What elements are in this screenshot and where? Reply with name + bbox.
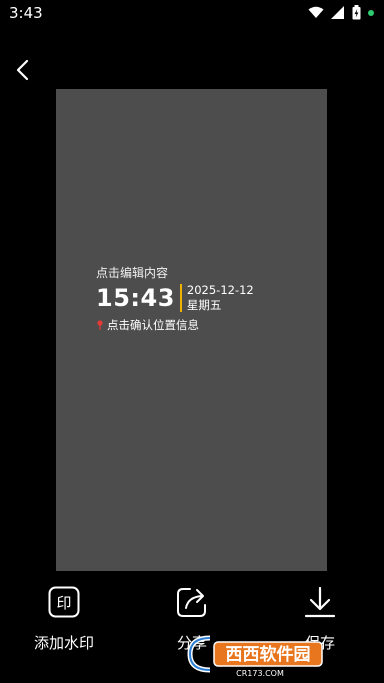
watermark-overlay[interactable]: 点击编辑内容 15:43 2025-12-12 星期五 点击确认位置信息	[96, 264, 254, 333]
watermark-date: 2025-12-12	[186, 283, 254, 297]
back-button[interactable]	[12, 58, 36, 82]
add-watermark-label: 添加水印	[33, 634, 94, 652]
watermark-date-column: 2025-12-12 星期五	[187, 283, 254, 313]
status-icons	[308, 5, 374, 20]
watermark-weekday: 星期五	[186, 298, 222, 312]
share-icon	[177, 588, 206, 617]
signal-icon	[331, 6, 344, 19]
status-bar: 3:43	[0, 0, 384, 26]
watermark-time-row: 15:43 2025-12-12 星期五	[96, 283, 254, 313]
watermark-title[interactable]: 点击编辑内容	[96, 264, 254, 281]
watermark-location[interactable]: 点击确认位置信息	[96, 317, 254, 333]
wifi-icon	[308, 6, 324, 18]
battery-icon	[352, 5, 361, 20]
site-watermark-logo: 西西软件园 CR173.COM	[187, 635, 323, 678]
svg-text:西西软件园: 西西软件园	[226, 644, 311, 665]
watermark-location-text: 点击确认位置信息	[107, 318, 199, 332]
stamp-icon: 印	[48, 586, 80, 618]
watermark-time: 15:43	[96, 284, 175, 312]
notification-dot-icon	[368, 9, 374, 16]
svg-text:印: 印	[56, 594, 71, 612]
location-pin-icon	[97, 320, 103, 330]
svg-text:CR173.COM: CR173.COM	[236, 669, 284, 678]
watermark-divider	[179, 284, 182, 312]
download-icon	[304, 586, 336, 618]
status-time: 3:43	[9, 4, 43, 22]
add-watermark-button[interactable]: 印 添加水印	[24, 586, 104, 653]
